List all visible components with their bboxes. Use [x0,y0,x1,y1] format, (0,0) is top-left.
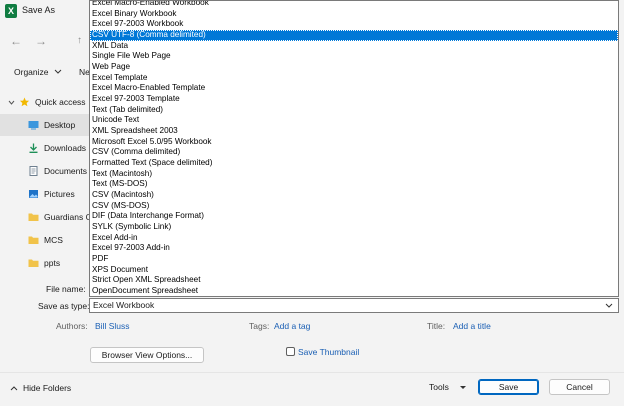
save-as-type-dropdown-list[interactable]: Excel Macro-Enabled Workbook Excel Binary… [89,0,619,297]
file-type-option[interactable]: Excel Macro-Enabled Template [90,83,618,94]
file-type-option[interactable]: SYLK (Symbolic Link) [90,222,618,233]
sidebar-item-label: Desktop [44,120,76,130]
cancel-button[interactable]: Cancel [549,379,610,395]
tags-input[interactable]: Add a tag [274,321,310,331]
title-label: Title: [427,321,446,331]
chevron-up-icon [10,386,18,391]
download-icon [29,143,38,153]
file-type-option[interactable]: Microsoft Excel 5.0/95 Workbook [90,137,618,148]
organize-button[interactable]: Organize [14,67,62,77]
sidebar-item-label: ppts [44,258,61,268]
dialog-footer: Hide Folders Tools Save Cancel [0,372,624,406]
file-type-option[interactable]: DIF (Data Interchange Format) [90,211,618,222]
file-type-option[interactable]: OpenDocument Spreadsheet [90,286,618,296]
sidebar-item-label: Downloads [44,143,87,153]
file-type-option[interactable]: Strict Open XML Spreadsheet [90,275,618,286]
new-folder-button[interactable]: Ne [79,67,89,77]
file-type-option[interactable]: Excel 97-2003 Add-in [90,243,618,254]
sidebar-item-label: Documents [44,166,87,176]
folder-icon [28,236,39,244]
back-icon[interactable]: ← [10,35,22,47]
save-as-type-label: Save as type: [38,301,90,311]
caret-down-icon [459,386,466,389]
window-title: Save As [22,5,56,15]
sidebar-item-label: MCS [44,235,63,245]
sidebar-item-quick-access[interactable]: Quick access [0,91,98,113]
organize-label: Organize [14,67,49,77]
authors-label: Authors: [56,321,88,331]
chevron-down-icon [54,69,61,74]
file-type-option[interactable]: Formatted Text (Space delimited) [90,158,618,169]
file-type-option[interactable]: XML Spreadsheet 2003 [90,126,618,137]
save-button[interactable]: Save [478,379,539,395]
file-type-option[interactable]: Excel 97-2003 Workbook [90,19,618,30]
file-type-option[interactable]: Single File Web Page [90,51,618,62]
file-type-option[interactable]: XML Data [90,41,618,52]
file-type-option[interactable]: Excel 97-2003 Template [90,94,618,105]
save-thumbnail-checkbox[interactable] [286,347,295,356]
chevron-down-icon [605,303,613,308]
documents-icon [29,166,38,176]
sidebar-item-label: Pictures [44,189,75,199]
file-type-option[interactable]: Text (Macintosh) [90,169,618,180]
hide-folders-button[interactable]: Hide Folders [10,383,71,393]
file-type-option[interactable]: CSV (MS-DOS) [90,201,618,212]
file-name-label: File name: [46,284,86,294]
file-type-option[interactable]: Excel Binary Workbook [90,9,618,20]
tools-button[interactable]: Tools [429,382,467,392]
forward-icon[interactable]: → [35,35,47,47]
file-type-option[interactable]: Excel Add-in [90,233,618,244]
hide-folders-label: Hide Folders [23,383,72,393]
up-icon[interactable]: ↑ [77,35,82,47]
sidebar-item-label: Guardians O [44,212,93,222]
file-type-option[interactable]: Text (Tab delimited) [90,105,618,116]
file-type-option[interactable]: CSV (Macintosh) [90,190,618,201]
tags-label: Tags: [249,321,270,331]
title-input[interactable]: Add a title [453,321,491,331]
save-as-type-value: Excel Workbook [93,300,155,310]
browser-view-options-button[interactable]: Browser View Options... [90,347,204,363]
file-type-option[interactable]: Excel Template [90,73,618,84]
tools-label: Tools [429,382,449,392]
file-type-option[interactable]: CSV (Comma delimited) [90,147,618,158]
file-type-option[interactable]: XPS Document [90,265,618,276]
excel-app-icon: X [5,4,17,18]
file-type-option[interactable]: PDF [90,254,618,265]
chevron-down-icon [8,100,15,105]
file-type-option[interactable]: Text (MS-DOS) [90,179,618,190]
folder-icon [28,259,39,267]
folder-icon [28,213,39,221]
file-type-option[interactable]: Unicode Text [90,115,618,126]
save-as-type-select[interactable]: Excel Workbook [89,298,619,313]
file-type-option[interactable]: CSV UTF-8 (Comma delimited) [90,29,618,41]
pictures-icon [29,190,38,198]
authors-value[interactable]: Bill Sluss [95,321,129,331]
file-type-option[interactable]: Web Page [90,62,618,73]
desktop-icon [28,121,39,130]
save-thumbnail-label[interactable]: Save Thumbnail [298,347,359,357]
sidebar-item-label: Quick access [35,97,86,107]
navigation-pane: Quick access Desktop Downloads Documents… [0,88,118,270]
file-type-option[interactable]: Excel Macro-Enabled Workbook [90,1,618,9]
star-icon [19,97,30,107]
